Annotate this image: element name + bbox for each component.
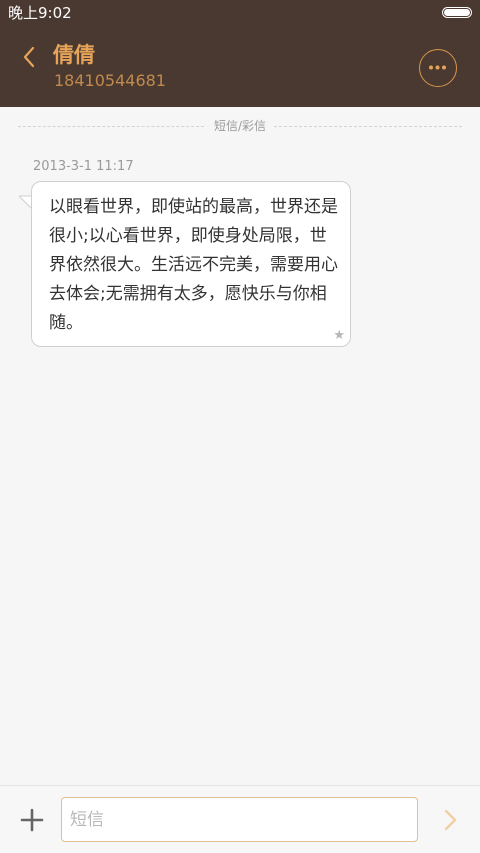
chevron-left-icon [23, 46, 35, 68]
add-attachment-button[interactable] [20, 808, 44, 832]
message-timestamp: 2013-3-1 11:17 [33, 159, 134, 174]
message-composer [0, 785, 480, 853]
plus-icon [20, 808, 44, 832]
contact-number: 18410544681 [54, 71, 166, 90]
message-type-divider: 短信/彩信 [18, 118, 462, 134]
contact-name: 倩倩 [53, 43, 95, 67]
battery-icon [442, 7, 472, 18]
send-arrow-icon [444, 809, 457, 831]
conversation-header: 倩倩 18410544681 [0, 26, 480, 107]
battery-fill [444, 9, 470, 16]
divider-line [274, 126, 462, 127]
message-bubble[interactable]: 以眼看世界，即使站的最高，世界还是很小;以心看世界，即使身处局限，世界依然很大。… [31, 181, 351, 347]
message-text: 以眼看世界，即使站的最高，世界还是很小;以心看世界，即使身处局限，世界依然很大。… [49, 197, 338, 333]
sms-conversation-screen: 晚上9:02 倩倩 18410544681 短信/彩信 2013-3-1 11:… [0, 0, 480, 853]
status-time: 晚上9:02 [8, 4, 72, 22]
send-button[interactable] [438, 807, 462, 833]
message-input[interactable] [61, 797, 418, 842]
status-bar: 晚上9:02 [0, 0, 480, 26]
back-button[interactable] [14, 42, 44, 72]
star-icon: ★ [333, 328, 345, 343]
more-options-button[interactable] [419, 49, 457, 87]
more-dots-icon [429, 65, 446, 70]
